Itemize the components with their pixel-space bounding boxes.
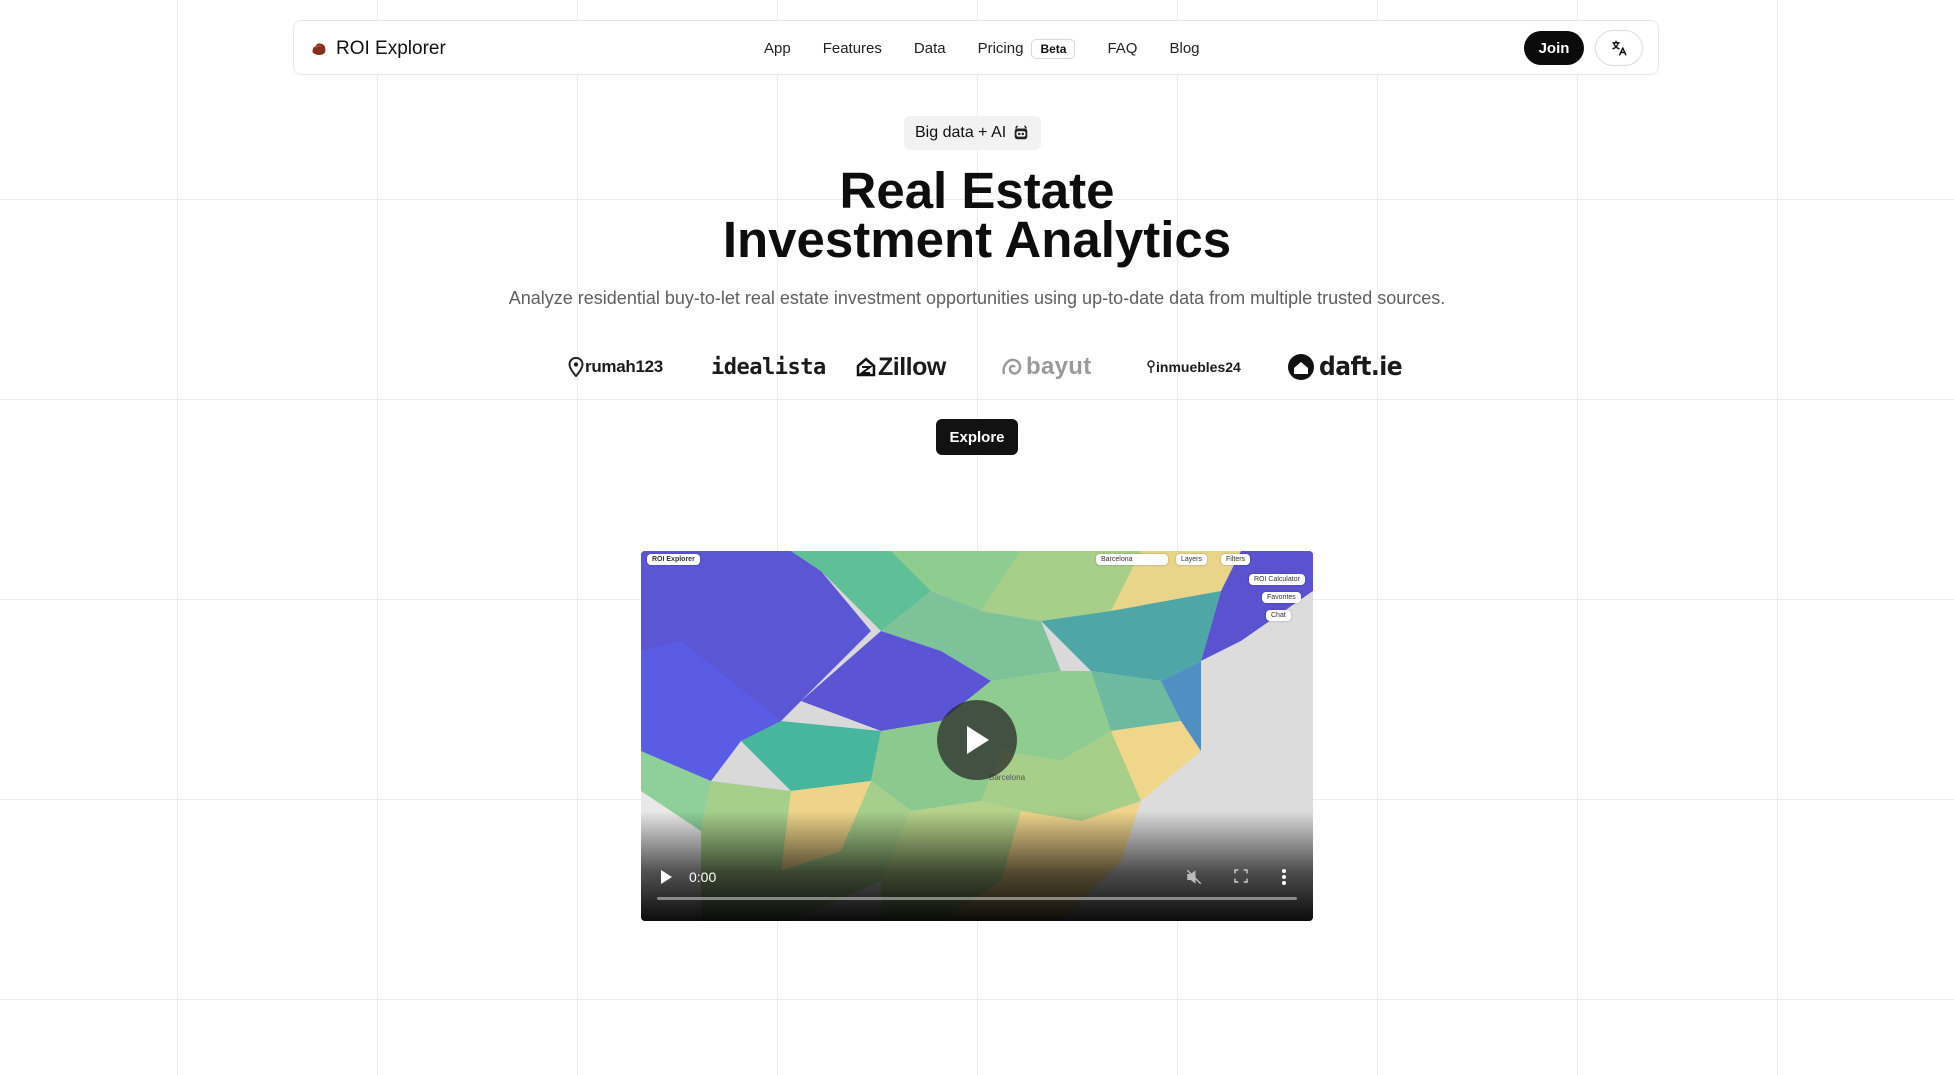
beta-badge: Beta (1031, 38, 1076, 59)
nav-link-blog[interactable]: Blog (1169, 40, 1199, 57)
video-play-button[interactable] (659, 869, 673, 885)
translate-icon (1612, 40, 1627, 56)
play-icon (967, 726, 989, 754)
video-progress-bar[interactable] (657, 897, 1297, 900)
map-filters-button: Filters (1221, 554, 1251, 565)
hero-title-line-1: Real Estate (839, 162, 1115, 219)
hero-badge-text: Big data + AI (915, 124, 1007, 141)
idealista-logo: idealista (711, 354, 826, 380)
map-favorites-button: Favorites (1262, 592, 1301, 603)
language-button[interactable] (1595, 30, 1643, 66)
video-more-options-icon[interactable] (1281, 868, 1287, 886)
bayut-logo: bayut (1000, 350, 1092, 384)
inmuebles24-pin-icon (1147, 360, 1155, 373)
demo-video-player[interactable]: ROI Explorer Barcelona Layers Filters RO… (641, 551, 1313, 921)
hero-badge: Big data + AI (904, 116, 1042, 150)
video-fullscreen-button[interactable] (1233, 868, 1249, 884)
nav-link-features[interactable]: Features (823, 40, 882, 57)
explore-button[interactable]: Explore (936, 419, 1018, 455)
nav-link-data[interactable]: Data (914, 40, 946, 57)
hero-subtitle: Analyze residential buy-to-let real esta… (508, 288, 1446, 308)
inmuebles24-logo: inmuebles24 (1147, 350, 1241, 384)
video-mute-button[interactable] (1185, 868, 1203, 886)
nav-link-app[interactable]: App (764, 40, 791, 57)
video-current-time: 0:00 (689, 869, 717, 885)
video-controls: 0:00 (641, 811, 1313, 921)
brand-name: ROI Explorer (336, 37, 446, 59)
map-city-select: Barcelona (1096, 554, 1168, 565)
hero-title: Real Estate Investment Analytics (0, 162, 1954, 268)
nav-link-pricing[interactable]: Pricing (978, 40, 1024, 57)
bayut-mark-icon (1002, 358, 1022, 375)
brand-icon (312, 42, 326, 55)
join-button[interactable]: Join (1524, 31, 1584, 65)
top-navbar: ROI Explorer App Features Data Pricing B… (293, 20, 1659, 75)
hero-title-line-2: Investment Analytics (722, 211, 1232, 268)
daft-house-icon (1288, 354, 1314, 380)
map-app-badge: ROI Explorer (647, 554, 700, 565)
rumah123-logo: rumah123 (568, 350, 663, 384)
nav-links: App Features Data Pricing Beta FAQ Blog (764, 21, 1232, 76)
zillow-logo: Zillow (856, 350, 946, 384)
nav-link-faq[interactable]: FAQ (1107, 40, 1137, 57)
map-pin-icon (568, 357, 584, 377)
video-play-overlay-button[interactable] (937, 700, 1017, 780)
map-chat-button: Chat (1266, 610, 1291, 621)
map-layers-button: Layers (1176, 554, 1208, 565)
robot-face-icon (1014, 125, 1028, 140)
data-source-logos: rumah123 idealista Zillow bayut inmueble… (0, 350, 1954, 384)
daft-logo: daft.ie (1287, 350, 1403, 384)
zillow-house-icon (856, 357, 876, 377)
brand-logo-link[interactable]: ROI Explorer (310, 21, 446, 76)
map-roi-calculator-button: ROI Calculator (1249, 574, 1305, 585)
